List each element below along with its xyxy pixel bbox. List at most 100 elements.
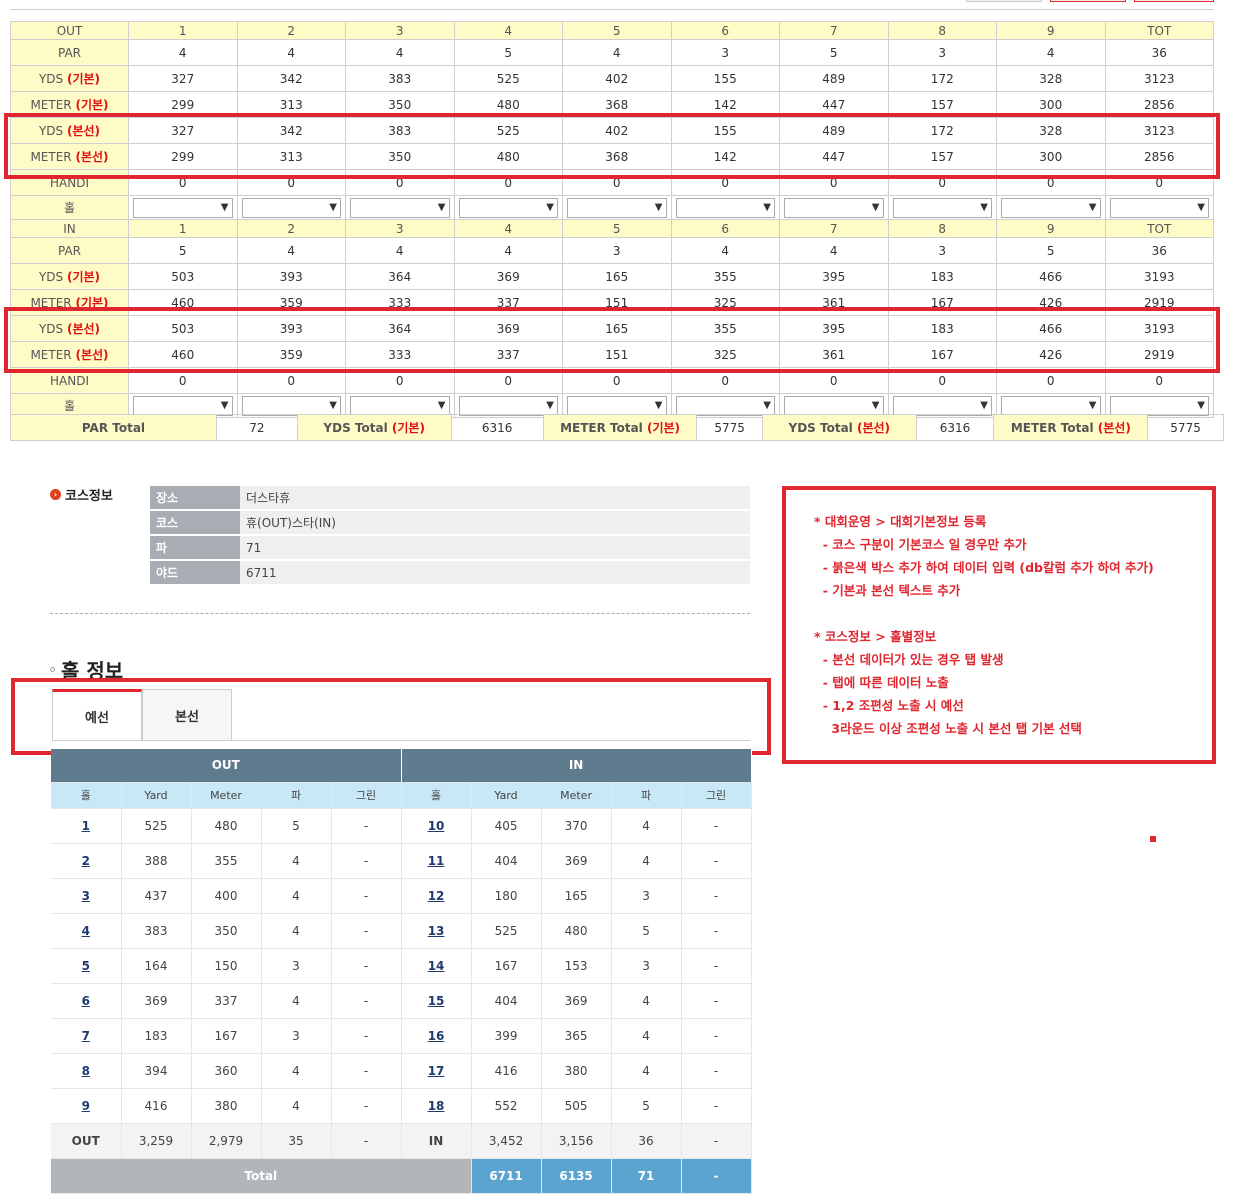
- hole-dropdown[interactable]: ▼: [241, 395, 341, 416]
- hole-select-cell: ▼: [779, 195, 889, 220]
- hole-dropdown[interactable]: ▼: [567, 395, 667, 416]
- par-total-label: PAR Total: [10, 414, 217, 441]
- toolbar-button[interactable]: [966, 0, 1042, 2]
- chevron-down-icon: ▼: [220, 202, 229, 213]
- hole-row: 5 164 150 3-14 167 153 3-: [51, 948, 752, 984]
- course-info-value: 휴(OUT)스타(IN): [240, 511, 750, 534]
- hole-cell: 369: [541, 843, 612, 879]
- score-cell: 5: [128, 237, 238, 264]
- hole-cell: 180: [471, 878, 542, 914]
- hole-link[interactable]: 6: [82, 994, 90, 1008]
- hole-link[interactable]: 9: [82, 1099, 90, 1113]
- chevron-down-icon: ▼: [1197, 202, 1205, 213]
- hole-link[interactable]: 7: [82, 1029, 90, 1043]
- score-row-tag: (기본): [75, 98, 109, 112]
- hole-dropdown[interactable]: ▼: [1001, 395, 1101, 416]
- hole-cell: 5: [611, 913, 682, 949]
- subtotal-cell: 36: [611, 1123, 682, 1159]
- hole-link[interactable]: 11: [428, 854, 445, 868]
- course-info-key: 코스: [150, 511, 240, 534]
- hole-link[interactable]: 5: [82, 959, 90, 973]
- hole-link[interactable]: 4: [82, 924, 90, 938]
- hole-dropdown[interactable]: ▼: [567, 197, 667, 218]
- column-header: 파: [261, 782, 332, 809]
- hole-dropdown[interactable]: ▼: [133, 197, 233, 218]
- course-info-row: 파 71: [150, 536, 750, 559]
- score-cell: 172: [887, 65, 997, 92]
- score-header-cell: 1: [128, 21, 238, 40]
- hole-cell: 5: [611, 1088, 682, 1124]
- hole-link[interactable]: 2: [82, 854, 90, 868]
- hole-link[interactable]: 17: [428, 1064, 445, 1078]
- hole-number-cell: 2: [51, 843, 122, 879]
- hole-cell: 505: [541, 1088, 612, 1124]
- course-info-table: 장소 더스타휴 코스 휴(OUT)스타(IN) 파 71 야드 6711: [150, 484, 750, 586]
- hole-link[interactable]: 14: [428, 959, 445, 973]
- hole-dropdown[interactable]: ▼: [1109, 395, 1209, 416]
- hole-dropdown[interactable]: ▼: [350, 197, 450, 218]
- hole-link[interactable]: 13: [428, 924, 445, 938]
- hole-link[interactable]: 15: [428, 994, 445, 1008]
- hole-number-cell: 12: [401, 878, 472, 914]
- out-group-header: OUT: [51, 749, 402, 783]
- hole-cell: 4: [611, 843, 682, 879]
- score-header-cell: 6: [670, 21, 780, 40]
- hole-link[interactable]: 18: [428, 1099, 445, 1113]
- in-group-header: IN: [401, 749, 752, 783]
- hole-link[interactable]: 12: [428, 889, 445, 903]
- hole-cell: -: [681, 1088, 752, 1124]
- hole-number-cell: 18: [401, 1088, 472, 1124]
- hole-link[interactable]: 16: [428, 1029, 445, 1043]
- chevron-down-icon: ▼: [437, 400, 446, 411]
- hole-cell: 525: [121, 808, 192, 844]
- hole-dropdown[interactable]: ▼: [892, 395, 992, 416]
- hole-number-cell: 6: [51, 983, 122, 1019]
- hole-dropdown[interactable]: ▼: [892, 197, 992, 218]
- hole-cell: 404: [471, 983, 542, 1019]
- note-line: - 본선 데이터가 있는 경우 탭 발생: [814, 652, 1004, 667]
- hole-cell: 416: [471, 1053, 542, 1089]
- score-row-label: PAR: [10, 237, 129, 264]
- score-cell: 364: [345, 263, 455, 290]
- hole-dropdown[interactable]: ▼: [675, 197, 775, 218]
- hole-dropdown[interactable]: ▼: [133, 395, 233, 416]
- hole-cell: 4: [261, 983, 332, 1019]
- score-header-row: IN 1 2 3 4 5 6 7 8 9 TOT: [10, 219, 1214, 238]
- hole-dropdown[interactable]: ▼: [350, 395, 450, 416]
- score-cell: 5: [779, 39, 889, 66]
- hole-cell: 480: [541, 913, 612, 949]
- hole-cell: 369: [541, 983, 612, 1019]
- score-header-cell: TOT: [1104, 219, 1214, 238]
- hole-cell: -: [681, 948, 752, 984]
- score-row-label-text: YDS: [38, 72, 64, 86]
- hole-dropdown[interactable]: ▼: [241, 197, 341, 218]
- score-cell: 393: [236, 263, 346, 290]
- hole-dropdown[interactable]: ▼: [1109, 197, 1209, 218]
- hole-dropdown[interactable]: ▼: [1001, 197, 1101, 218]
- hole-dropdown[interactable]: ▼: [675, 395, 775, 416]
- hole-cell: 360: [191, 1053, 262, 1089]
- meter-total-value: 5775: [696, 414, 763, 441]
- hole-dropdown[interactable]: ▼: [458, 197, 558, 218]
- toolbar-button[interactable]: [1050, 0, 1126, 2]
- hole-cell: -: [681, 913, 752, 949]
- hole-cell: 153: [541, 948, 612, 984]
- hole-cell: 4: [261, 843, 332, 879]
- hole-dropdown[interactable]: ▼: [784, 197, 884, 218]
- hole-number-cell: 9: [51, 1088, 122, 1124]
- hole-dropdown[interactable]: ▼: [784, 395, 884, 416]
- hole-link[interactable]: 10: [428, 819, 445, 833]
- score-header-cell: OUT: [10, 21, 129, 40]
- chevron-down-icon: ▼: [763, 400, 771, 411]
- hole-link[interactable]: 3: [82, 889, 90, 903]
- hole-link[interactable]: 1: [82, 819, 90, 833]
- hole-cell: 4: [261, 1053, 332, 1089]
- score-cell: 369: [453, 263, 563, 290]
- hole-dropdown[interactable]: ▼: [458, 395, 558, 416]
- chevron-down-icon: ▼: [1088, 202, 1097, 213]
- hole-number-cell: 16: [401, 1018, 472, 1054]
- hole-link[interactable]: 8: [82, 1064, 90, 1078]
- toolbar-button[interactable]: [1134, 0, 1214, 2]
- hole-cell: 3: [611, 948, 682, 984]
- score-row-tag: (기본): [66, 72, 101, 86]
